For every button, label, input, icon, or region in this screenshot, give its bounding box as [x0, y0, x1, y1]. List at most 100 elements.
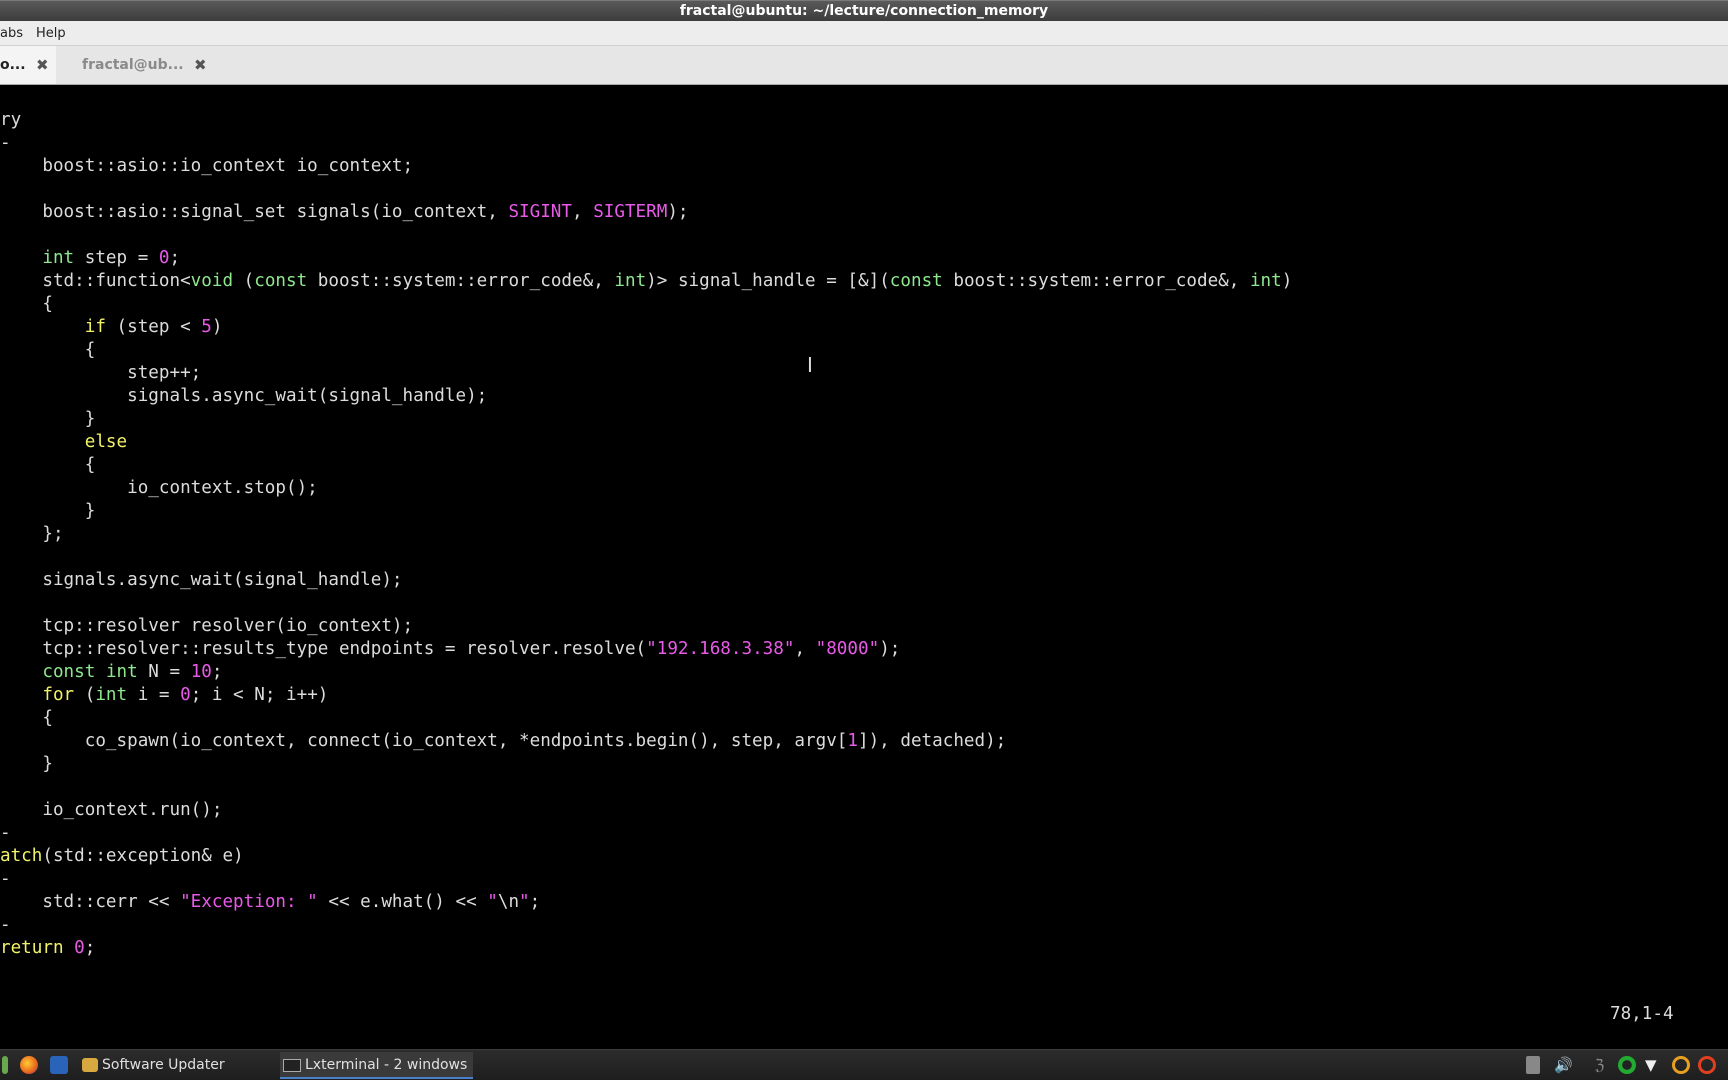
- code-token: ;: [84, 938, 96, 958]
- code-line: boost::asio::io_context io_context;: [0, 155, 1292, 178]
- task-label: Lxterminal - 2 windows: [305, 1057, 468, 1073]
- code-token: std::function<: [0, 271, 191, 291]
- code-token: i =: [127, 685, 181, 705]
- tab-terminal-1[interactable]: o... ✖: [0, 46, 56, 84]
- code-token: 0: [180, 685, 191, 705]
- code-token: co_spawn(io_context, connect(io_context,…: [0, 731, 848, 751]
- code-line: -: [0, 914, 1292, 937]
- code-line: }: [0, 753, 1292, 776]
- code-token: (step <: [105, 317, 202, 337]
- tab-label: o...: [0, 57, 26, 73]
- code-token: for: [42, 685, 75, 705]
- code-line: signals.async_wait(signal_handle);: [0, 385, 1292, 408]
- network-indicator-icon[interactable]: [1526, 1056, 1540, 1074]
- code-line: ry: [0, 109, 1292, 132]
- code-token: step =: [74, 248, 159, 268]
- code-token: }: [0, 501, 96, 521]
- wifi-icon[interactable]: ▼: [1645, 1056, 1663, 1074]
- firefox-icon[interactable]: [20, 1056, 38, 1074]
- close-icon[interactable]: ✖: [36, 56, 49, 74]
- code-token: signals.async_wait(signal_handle);: [0, 386, 488, 406]
- code-line: else: [0, 431, 1292, 454]
- volume-icon[interactable]: 🔊: [1554, 1056, 1573, 1074]
- menu-help[interactable]: Help: [36, 21, 66, 46]
- cursor-position: 78,1-4: [1610, 1004, 1674, 1024]
- code-token: << e.what() <<: [317, 892, 488, 912]
- code-token: const: [889, 271, 943, 291]
- shutdown-icon[interactable]: [1698, 1056, 1716, 1074]
- code-line: std::cerr << "Exception: " << e.what() <…: [0, 891, 1292, 914]
- menu-launcher-icon[interactable]: [2, 1056, 8, 1074]
- code-line: io_context.stop();: [0, 477, 1292, 500]
- code-token: int: [42, 248, 75, 268]
- code-line: -: [0, 868, 1292, 891]
- code-token: SIGINT: [508, 202, 572, 222]
- code-token: ry: [0, 110, 22, 130]
- code-token: "192.168.3.38": [646, 639, 795, 659]
- code-line: co_spawn(io_context, connect(io_context,…: [0, 730, 1292, 753]
- code-token: "8000": [815, 639, 880, 659]
- code-token: ;: [529, 892, 541, 912]
- code-token: else: [84, 432, 128, 452]
- menu-tabs[interactable]: abs: [0, 21, 23, 46]
- code-line: for (int i = 0; i < N; i++): [0, 684, 1292, 707]
- code-token: const: [42, 662, 96, 682]
- code-line: -: [0, 132, 1292, 155]
- code-token: boost::system::error_code&,: [942, 271, 1250, 291]
- code-token: ": [519, 892, 530, 912]
- code-line: };: [0, 523, 1292, 546]
- code-token: return: [0, 938, 64, 958]
- tab-terminal-2[interactable]: fractal@ub... ✖: [62, 46, 212, 84]
- code-line: tcp::resolver resolver(io_context);: [0, 615, 1292, 638]
- code-token: {: [0, 708, 53, 728]
- update-status-icon[interactable]: [1618, 1056, 1636, 1074]
- code-line: int step = 0;: [0, 247, 1292, 270]
- terminal-area[interactable]: ry - boost::asio::io_context io_context; …: [0, 85, 1728, 1049]
- code-token: ": [487, 892, 498, 912]
- code-token: }: [0, 754, 53, 774]
- code-token: std::cerr <<: [0, 892, 181, 912]
- code-token: );: [879, 639, 901, 659]
- code-line: {: [0, 707, 1292, 730]
- code-token: 0: [158, 248, 170, 268]
- task-software-updater[interactable]: Software Updater: [82, 1052, 252, 1079]
- code-token: int: [614, 271, 647, 291]
- show-desktop-icon[interactable]: [50, 1056, 68, 1074]
- code-line: if (step < 5): [0, 316, 1292, 339]
- taskbar: Software Updater Lxterminal - 2 windows …: [0, 1049, 1728, 1080]
- code-editor[interactable]: ry - boost::asio::io_context io_context; …: [0, 109, 1292, 960]
- code-line: {: [0, 293, 1292, 316]
- close-icon[interactable]: ✖: [194, 56, 207, 74]
- task-lxterminal[interactable]: Lxterminal - 2 windows: [280, 1052, 473, 1079]
- code-token: boost::system::error_code&,: [307, 271, 615, 291]
- code-token: }: [0, 409, 96, 429]
- text-cursor-icon: I: [807, 353, 813, 377]
- code-line: -: [0, 822, 1292, 845]
- code-line: io_context.run();: [0, 799, 1292, 822]
- code-token: atch: [0, 846, 43, 866]
- code-line: }: [0, 500, 1292, 523]
- code-token: ;: [169, 248, 181, 268]
- code-token: -: [0, 915, 11, 935]
- code-token: {: [0, 340, 96, 360]
- code-token: int: [1249, 271, 1282, 291]
- code-line: step++;: [0, 362, 1292, 385]
- code-token: );: [667, 202, 689, 222]
- code-token: {: [0, 294, 53, 314]
- bluetooth-icon[interactable]: ℨ: [1595, 1056, 1613, 1074]
- window-title: fractal@ubuntu: ~/lecture/connection_mem…: [679, 3, 1049, 19]
- code-line: }: [0, 408, 1292, 431]
- code-token: ): [211, 317, 223, 337]
- power-manager-icon[interactable]: [1672, 1056, 1690, 1074]
- tab-bar: o... ✖ fractal@ub... ✖: [0, 46, 1728, 85]
- code-line: {: [0, 454, 1292, 477]
- code-token: (: [74, 685, 96, 705]
- code-token: const: [254, 271, 308, 291]
